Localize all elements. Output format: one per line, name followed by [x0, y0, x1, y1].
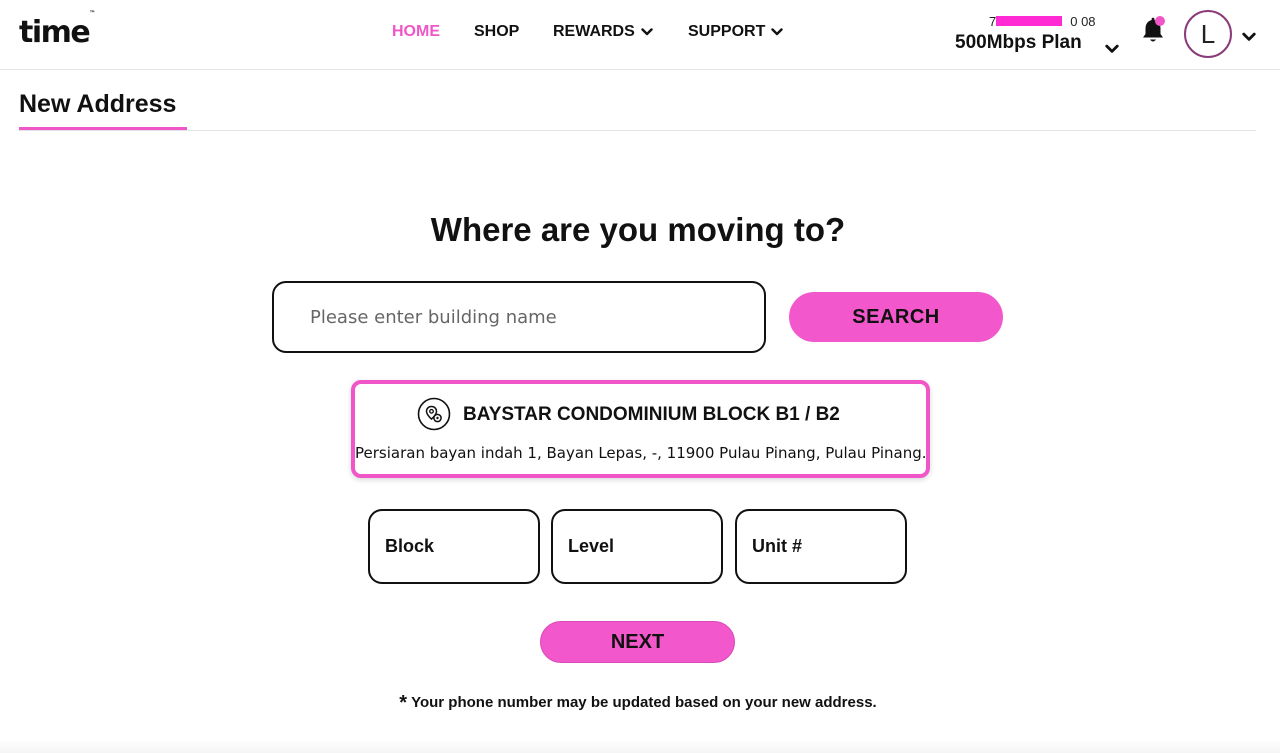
time-logo[interactable]: time™ — [19, 10, 96, 51]
avatar-initial: L — [1200, 18, 1216, 49]
question-heading: Where are you moving to? — [430, 211, 846, 248]
unit-number-field[interactable] — [735, 509, 907, 584]
chevron-down-icon[interactable] — [1105, 42, 1119, 56]
building-search-input[interactable] — [272, 281, 766, 353]
title-divider — [19, 130, 1256, 131]
chevron-down-icon — [641, 28, 653, 36]
block-field[interactable] — [368, 509, 540, 584]
nav-rewards-label: REWARDS — [553, 23, 635, 40]
bottom-shade — [0, 740, 1280, 753]
level-field[interactable] — [551, 509, 723, 584]
avatar[interactable]: L — [1184, 10, 1232, 58]
nav-rewards[interactable]: REWARDS — [553, 22, 653, 42]
nav-home[interactable]: HOME — [392, 22, 440, 42]
account-selector[interactable]: 70 08 500Mbps Plan — [940, 12, 1120, 58]
nav-support-label: SUPPORT — [688, 23, 766, 40]
next-button[interactable]: NEXT — [540, 621, 735, 663]
location-pin-icon — [417, 397, 451, 431]
page-title: New Address — [19, 90, 177, 118]
search-button[interactable]: SEARCH — [789, 292, 1003, 342]
top-header: time™ HOME SHOP REWARDS SUPPORT 70 08 50… — [0, 0, 1280, 70]
building-name: BAYSTAR CONDOMINIUM BLOCK B1 / B2 — [463, 404, 840, 425]
logo-trademark: ™ — [89, 10, 96, 17]
nav-home-label: HOME — [392, 23, 440, 40]
chevron-down-icon[interactable] — [1242, 30, 1256, 44]
nav-shop[interactable]: SHOP — [474, 22, 519, 42]
building-result-card[interactable]: BAYSTAR CONDOMINIUM BLOCK B1 / B2 Persia… — [351, 380, 930, 478]
redaction-bar — [996, 16, 1062, 26]
notification-dot — [1155, 16, 1165, 26]
logo-text: time — [19, 15, 91, 50]
note-asterisk: * — [399, 692, 408, 714]
note-text: Your phone number may be updated based o… — [411, 694, 877, 711]
phone-update-note: * Your phone number may be updated based … — [0, 692, 1276, 714]
nav-support[interactable]: SUPPORT — [688, 22, 784, 42]
building-address: Persiaran bayan indah 1, Bayan Lepas, -,… — [355, 444, 927, 462]
nav-shop-label: SHOP — [474, 23, 520, 40]
chevron-down-icon — [771, 28, 784, 36]
account-plan: 500Mbps Plan — [955, 32, 1082, 53]
account-number-suffix: 0 08 — [1070, 14, 1096, 29]
